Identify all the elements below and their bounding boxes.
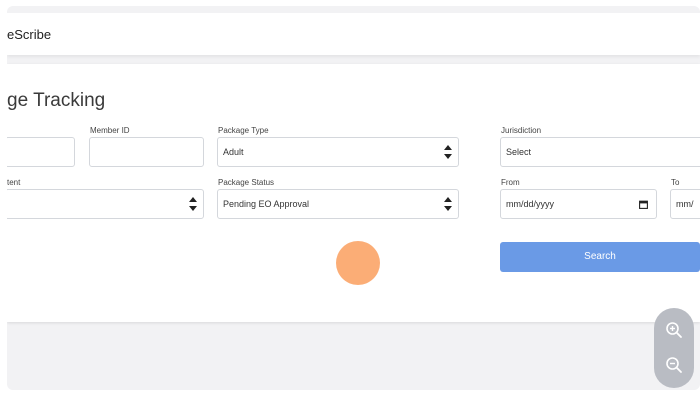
from-date-input[interactable]: mm/dd/yyyy (500, 189, 657, 219)
jurisdiction-value: Select (506, 147, 532, 157)
zoom-out-icon[interactable] (664, 355, 684, 375)
jurisdiction-label: Jurisdiction (501, 126, 542, 135)
to-label: To (671, 178, 680, 187)
package-type-label: Package Type (218, 126, 269, 135)
zoom-in-icon[interactable] (664, 320, 684, 340)
to-date-input[interactable]: mm/ (670, 189, 700, 219)
app-window: eScribe ge Tracking Member ID Package Ty… (7, 6, 700, 390)
tracking-card: ge Tracking Member ID Package Type Adult… (7, 64, 700, 322)
from-date-placeholder: mm/dd/yyyy (506, 199, 555, 209)
content-select[interactable] (7, 189, 204, 219)
select-arrows-icon (444, 145, 452, 159)
select-arrows-icon (189, 197, 197, 211)
content-label: tent (7, 178, 21, 187)
package-status-value: Pending EO Approval (223, 199, 310, 209)
package-type-select[interactable]: Adult (217, 137, 459, 167)
package-status-select[interactable]: Pending EO Approval (217, 189, 459, 219)
brand-name[interactable]: eScribe (7, 27, 51, 42)
zoom-controls (654, 308, 694, 388)
to-date-placeholder: mm/ (676, 199, 694, 209)
member-id-input[interactable] (89, 137, 204, 167)
from-label: From (501, 178, 520, 187)
first-field-input[interactable] (7, 137, 75, 167)
member-id-label: Member ID (90, 126, 130, 135)
calendar-icon[interactable] (639, 200, 648, 209)
top-navbar: eScribe (7, 13, 700, 55)
jurisdiction-select[interactable]: Select (500, 137, 700, 167)
package-status-label: Package Status (218, 178, 275, 187)
click-indicator (336, 241, 380, 285)
page-title: ge Tracking (7, 90, 106, 111)
package-type-value: Adult (223, 147, 244, 157)
select-arrows-icon (444, 197, 452, 211)
search-button[interactable]: Search (500, 242, 700, 272)
